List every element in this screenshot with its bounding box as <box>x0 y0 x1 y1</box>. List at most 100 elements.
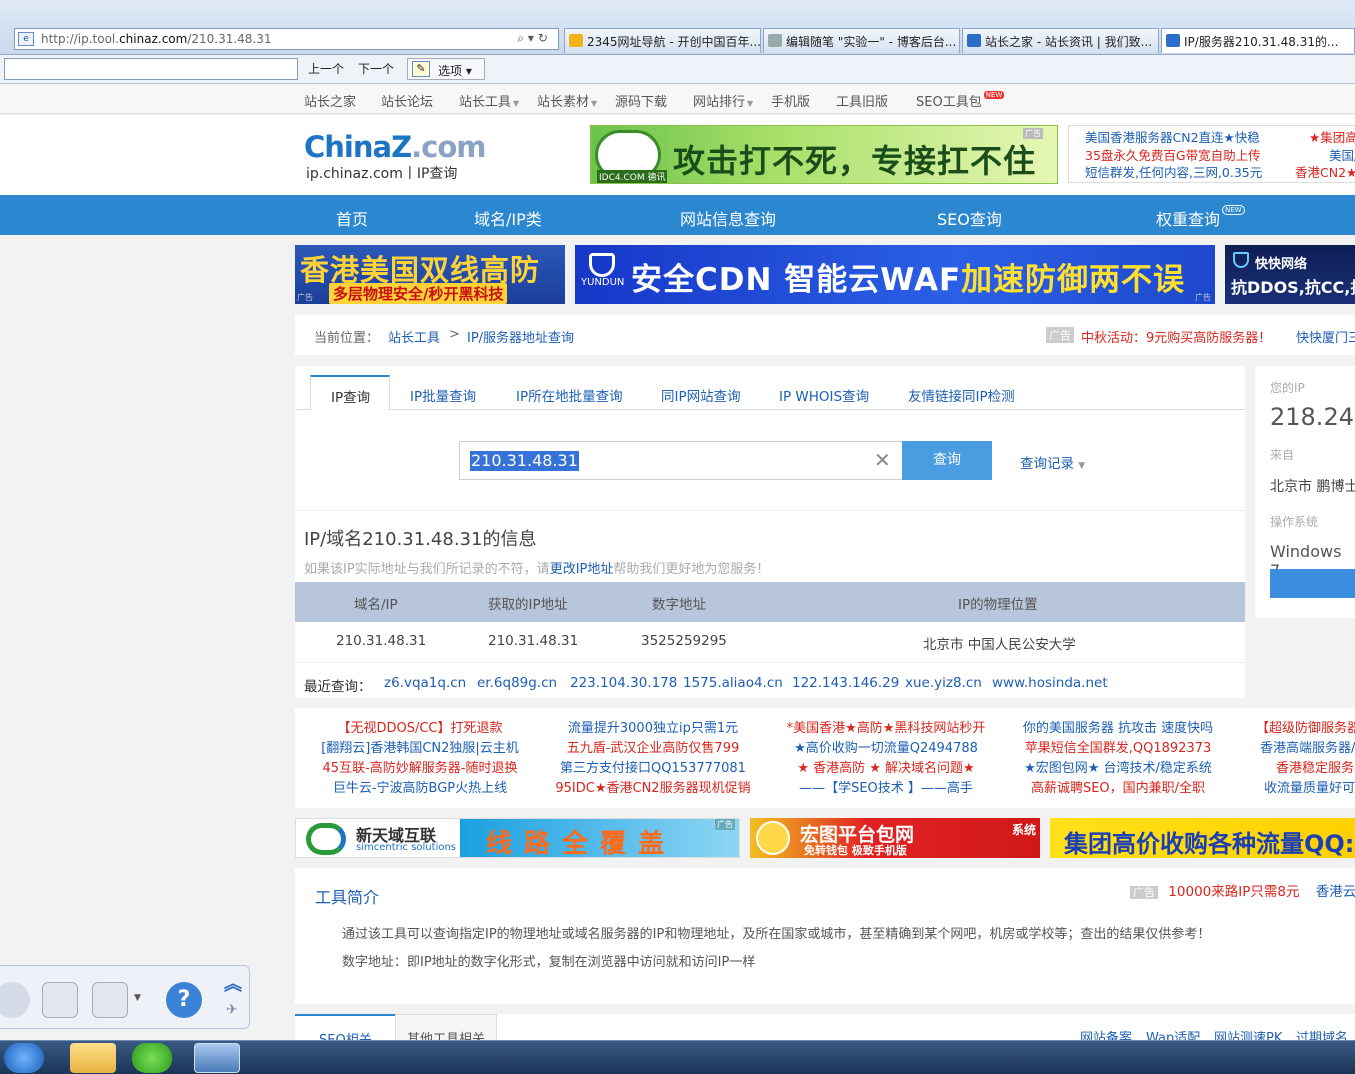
text-ad-link[interactable]: ——【学SEO技术 】——高手 <box>776 779 996 799</box>
ip-search-value: 210.31.48.31 <box>470 451 579 471</box>
text-ad-link[interactable]: 香港稳定服务 <box>1256 759 1355 779</box>
text-ad-link[interactable]: 苹果短信全国群发,QQ1892373 <box>1008 739 1228 759</box>
text-ad-link[interactable]: 香港CN2★ <box>1295 164 1355 182</box>
query-button[interactable]: 查询 <box>902 441 992 480</box>
tab-friendlink-ip[interactable]: 友情链接同IP检测 <box>908 385 1015 405</box>
pin-icon[interactable]: ✈ <box>226 1002 238 1018</box>
recent-query-link[interactable]: er.6q89g.cn <box>477 675 557 691</box>
recent-query-link[interactable]: z6.vqa1q.cn <box>384 675 466 691</box>
text-ad-link[interactable]: 高薪诚聘SEO，国内兼职/全职 <box>1008 779 1228 799</box>
breadcrumb-tools-link[interactable]: 站长工具 <box>388 327 440 346</box>
topnav-tools[interactable]: 站长工具 ▼ <box>459 91 519 110</box>
tab-chinaz-news[interactable]: 站长之家 - 站长资讯 | 我们致... <box>962 28 1159 53</box>
text-ad-link[interactable]: ★宏图包网★ 台湾技术/稳定系统 <box>1008 759 1228 779</box>
topnav-rank[interactable]: 网站排行 ▼ <box>693 91 753 110</box>
intro-ad-link[interactable]: 10000来路IP只需8元 <box>1168 884 1299 900</box>
mainnav-domain-ip[interactable]: 域名/IP类 <box>474 206 542 230</box>
intro-ad-link-2[interactable]: 香港云 <box>1316 884 1355 900</box>
recent-query-link[interactable]: 1575.aliao4.cn <box>683 675 783 691</box>
breadcrumb-ad-link-2[interactable]: 快快厦门三 <box>1296 327 1355 346</box>
banner-yundun[interactable]: YUNDUN 安全CDN 智能云WAF 加速防御两不误 广告 <box>575 245 1215 304</box>
chevron-down-icon[interactable]: ▼ <box>134 993 141 1003</box>
change-ip-link[interactable]: 更改IP地址 <box>550 562 614 577</box>
text-ad-link[interactable]: ★集团高 <box>1295 129 1355 147</box>
tab-2345[interactable]: 2345网址导航 - 开创中国百年... <box>564 28 761 53</box>
double-chevron-up-icon[interactable]: ︽ <box>224 970 242 996</box>
image-viewer-icon[interactable] <box>194 1043 240 1073</box>
text-ad-link[interactable]: 香港高端服务器/ <box>1256 739 1355 759</box>
breadcrumb-label: 当前位置： <box>314 331 380 346</box>
recent-query-link[interactable]: 223.104.30.178 <box>570 675 677 691</box>
address-path: /210.31.48.31 <box>187 32 272 46</box>
chevron-down-icon: ▼ <box>591 99 598 108</box>
text-ad-link[interactable]: 【超级防御服务器 <box>1256 719 1355 739</box>
banner-kuaikuai[interactable]: 快快网络 抗DDOS,抗CC,抗 <box>1225 245 1355 304</box>
recent-query-link[interactable]: www.hosinda.net <box>992 675 1108 691</box>
recent-query-link[interactable]: xue.yiz8.cn <box>905 675 982 691</box>
query-history-dropdown[interactable]: 查询记录 ▼ <box>1020 452 1085 472</box>
find-input[interactable] <box>4 58 298 80</box>
text-ad-link[interactable]: ★ 香港高防 ★ 解决域名问题★ <box>776 759 996 779</box>
find-next-button[interactable]: 下一个 <box>358 60 394 77</box>
text-ad-link[interactable]: 第三方支付接口QQ153777081 <box>543 759 763 779</box>
side-action-button[interactable] <box>1270 569 1355 598</box>
chinaz-logo[interactable]: ChinaZ.com <box>304 130 486 164</box>
text-ad-link[interactable]: 五九盾-武汉企业高防仅售799 <box>543 739 763 759</box>
wechat-icon[interactable] <box>132 1043 172 1073</box>
breadcrumb-ip-query-link[interactable]: IP/服务器地址查询 <box>467 327 574 346</box>
ie-icon[interactable] <box>4 1043 44 1073</box>
text-ad-link[interactable]: 美国/香 <box>1295 147 1355 165</box>
magnifier-icon[interactable] <box>92 982 128 1018</box>
tab-label: IP/服务器210.31.48.31的... <box>1184 35 1339 49</box>
text-ad-link[interactable]: 35盘永久免费百G带宽自助上传 <box>1085 147 1262 165</box>
address-tools-icon[interactable]: ⌕▾↻ <box>517 31 552 46</box>
ad-tag: 广告 <box>1046 327 1074 343</box>
text-ad-link[interactable]: 45互联-高防妙解服务器-随时退换 <box>310 759 530 779</box>
address-bar[interactable]: e http://ip.tool.chinaz.com/210.31.48.31… <box>14 28 559 50</box>
tab-ip-whois[interactable]: IP WHOIS查询 <box>779 385 869 405</box>
recent-query-link[interactable]: 122.143.146.29 <box>792 675 899 691</box>
find-options-button[interactable]: ✎ 选项 ▾ <box>407 58 485 80</box>
document-icon[interactable] <box>42 982 78 1018</box>
tab-same-ip-sites[interactable]: 同IP网站查询 <box>661 385 741 405</box>
tab-ip-query[interactable]: IP/服务器210.31.48.31的... <box>1161 28 1355 53</box>
text-ad-link[interactable]: 巨牛云-宁波高防BGP火热上线 <box>310 779 530 799</box>
tab-ip-batch[interactable]: IP批量查询 <box>410 385 476 405</box>
banner-hk-us-ddos[interactable]: 香港美国双线高防 多层物理安全/秒开黑科技 广告 <box>295 245 565 304</box>
topnav-old-tools[interactable]: 工具旧版 <box>836 91 888 110</box>
text-ad-link[interactable]: 短信群发,任何内容,三网,0.35元 <box>1085 164 1262 182</box>
topnav-forum[interactable]: 站长论坛 <box>381 91 433 110</box>
banner-hongtu[interactable]: 宏图平台包网 免转钱包 极致手机版 系统 <box>750 818 1040 858</box>
text-ad-link[interactable]: 流量提升3000独立ip只需1元 <box>543 719 763 739</box>
breadcrumb-ad-link[interactable]: 中秋活动：9元购买高防服务器！ <box>1081 327 1271 346</box>
text-ad-link[interactable]: 【无视DDOS/CC】打死退款 <box>310 719 530 739</box>
text-ad-link[interactable]: *美国香港★高防★黑科技网站秒开 <box>776 719 996 739</box>
text-ad-link[interactable]: 美国香港服务器CN2直连★快稳 <box>1085 129 1262 147</box>
mainnav-weight[interactable]: 权重查询 NEW <box>1156 205 1245 230</box>
tab-blog[interactable]: 编辑随笔 "实验一" - 博客后台... <box>763 28 960 53</box>
folder-icon[interactable] <box>70 1043 116 1073</box>
text-ad-link[interactable]: ★高价收购一切流量Q2494788 <box>776 739 996 759</box>
mainnav-seo[interactable]: SEO查询 <box>937 206 1002 230</box>
topnav-mobile[interactable]: 手机版 <box>771 91 810 110</box>
header-text-ads: 美国香港服务器CN2直连★快稳 35盘永久免费百G带宽自助上传 短信群发,任何内… <box>1068 125 1355 183</box>
banner-simcentric[interactable]: 新天域互联 simcentric solutions 线路全覆盖 广告 <box>295 818 740 858</box>
banner-traffic-buy[interactable]: 集团高价收购各种流量QQ: <box>1050 818 1355 858</box>
text-ad-link[interactable]: 收流量质量好可 <box>1256 779 1355 799</box>
topnav-material[interactable]: 站长素材 ▼ <box>537 91 597 110</box>
mainnav-site-info[interactable]: 网站信息查询 <box>680 206 776 230</box>
mainnav-home[interactable]: 首页 <box>336 206 368 230</box>
tab-ip-location-batch[interactable]: IP所在地批量查询 <box>516 385 623 405</box>
text-ad-link[interactable]: [翻翔云]香港韩国CN2独服|云主机 <box>310 739 530 759</box>
topnav-chinaz-home[interactable]: 站长之家 <box>304 91 356 110</box>
help-icon[interactable]: ? <box>166 982 202 1018</box>
header-ad-banner[interactable]: IDC4.COM 德讯 攻击打不死，专接扛不住 广告 <box>590 125 1058 184</box>
text-ad-link[interactable]: 95IDC★香港CN2服务器现机促销 <box>543 779 763 799</box>
topnav-source[interactable]: 源码下载 <box>615 91 667 110</box>
text-ad-link[interactable]: 你的美国服务器 抗攻击 速度快吗 <box>1008 719 1228 739</box>
tab-ip-query-active[interactable]: IP查询 <box>310 375 390 411</box>
clear-icon[interactable]: ✕ <box>874 448 891 472</box>
banner-slogan: 线路全覆盖 <box>486 829 677 858</box>
find-prev-button[interactable]: 上一个 <box>308 60 344 77</box>
topnav-seo-pack[interactable]: SEO工具包 NEW <box>916 91 1005 110</box>
